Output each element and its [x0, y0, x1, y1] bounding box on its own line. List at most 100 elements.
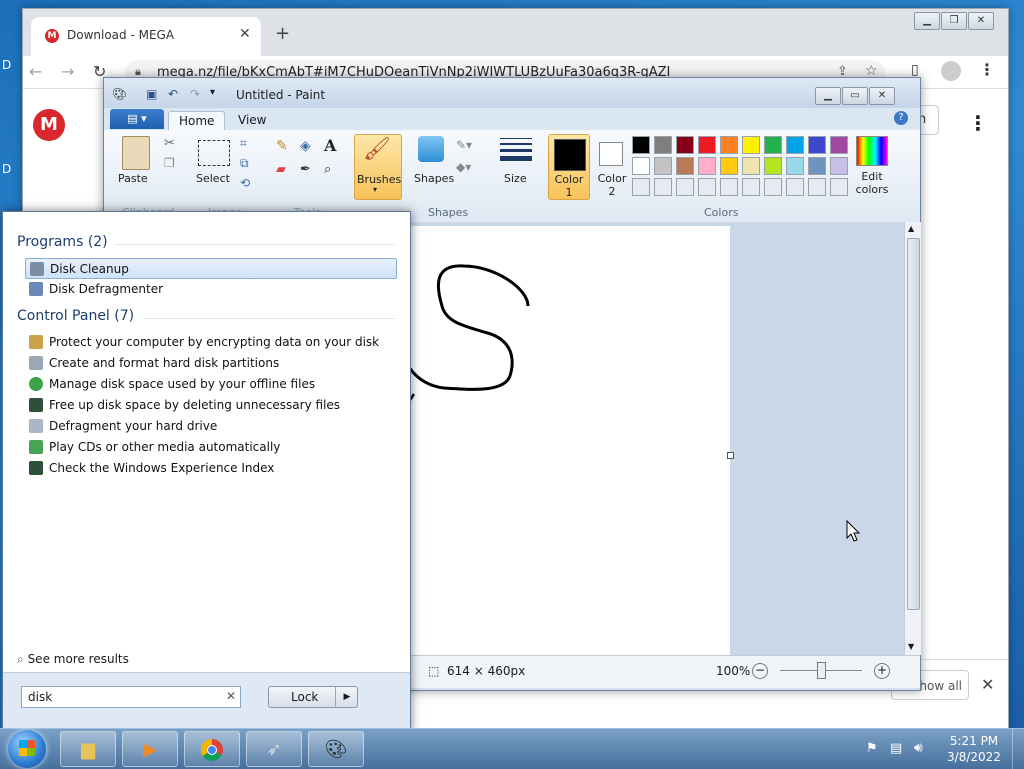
restore-button[interactable]: ❐ [941, 12, 967, 30]
palette-color-swatch[interactable] [786, 157, 804, 175]
start-button[interactable] [8, 730, 46, 768]
palette-color-swatch[interactable] [830, 136, 848, 154]
tab-view[interactable]: View [228, 111, 276, 129]
profile-avatar-icon[interactable] [941, 61, 961, 81]
outline-icon[interactable]: ✎▾ [456, 138, 472, 152]
browser-tab[interactable]: M Download - MEGA ✕ [31, 17, 261, 56]
resize-icon[interactable]: ⧉ [240, 156, 249, 171]
text-tool-icon[interactable]: A [324, 136, 336, 155]
result-disk-partitions[interactable]: Create and format hard disk partitions [25, 353, 397, 374]
paste-icon[interactable] [122, 136, 150, 170]
scrollbar-thumb[interactable] [907, 238, 920, 610]
select-button[interactable]: Select [196, 172, 230, 185]
palette-color-swatch[interactable] [808, 157, 826, 175]
shutdown-options-icon[interactable]: ▶ [335, 687, 358, 707]
palette-color-swatch[interactable] [742, 157, 760, 175]
palette-custom-slot[interactable] [808, 178, 826, 196]
palette-color-swatch[interactable] [632, 136, 650, 154]
color1-button[interactable]: Color 1 [548, 134, 590, 200]
palette-color-swatch[interactable] [632, 157, 650, 175]
palette-custom-slot[interactable] [764, 178, 782, 196]
paste-button[interactable]: Paste [118, 172, 148, 185]
action-center-flag-icon[interactable]: ⚑ [866, 741, 878, 756]
paint-taskbar-button[interactable]: 🎨︎ [308, 731, 364, 767]
redo-icon[interactable]: ↷ [190, 87, 200, 101]
back-icon[interactable]: ← [29, 62, 42, 81]
result-defragment[interactable]: Defragment your hard drive [25, 416, 397, 437]
shapes-icon[interactable] [418, 136, 444, 162]
tab-close-icon[interactable]: ✕ [239, 26, 251, 42]
palette-custom-slot[interactable] [698, 178, 716, 196]
forward-icon[interactable]: → [61, 62, 74, 81]
explorer-taskbar-button[interactable]: ▆ [60, 731, 116, 767]
result-bitlocker[interactable]: Protect your computer by encrypting data… [25, 332, 397, 353]
palette-custom-slot[interactable] [632, 178, 650, 196]
palette-color-swatch[interactable] [786, 136, 804, 154]
palette-custom-slot[interactable] [742, 178, 760, 196]
result-disk-defragmenter[interactable]: Disk Defragmenter [25, 279, 397, 300]
palette-custom-slot[interactable] [676, 178, 694, 196]
paint-close-button[interactable]: ✕ [869, 87, 895, 105]
sidepanel-icon[interactable]: ▯ [911, 62, 919, 78]
palette-color-swatch[interactable] [676, 136, 694, 154]
color-picker-icon[interactable]: ✒ [300, 162, 311, 177]
palette-color-swatch[interactable] [830, 157, 848, 175]
new-tab-icon[interactable]: + [275, 23, 290, 44]
fill-icon[interactable]: ◈ [300, 138, 311, 154]
select-icon[interactable] [198, 140, 230, 166]
copy-icon[interactable]: ❐ [164, 156, 175, 170]
size-button[interactable]: Size [504, 172, 527, 185]
volume-icon[interactable]: 🔊︎ [914, 740, 923, 756]
edit-colors-line2[interactable]: colors [852, 183, 892, 196]
tab-home[interactable]: Home [168, 111, 226, 130]
brushes-button[interactable]: 🖌︎ Brushes ▾ [354, 134, 402, 200]
app-taskbar-button[interactable]: ➶ [246, 731, 302, 767]
palette-color-swatch[interactable] [720, 157, 738, 175]
pencil-icon[interactable]: ✎ [276, 138, 288, 154]
paint-maximize-button[interactable]: ▭ [842, 87, 868, 105]
show-desktop-button[interactable] [1012, 729, 1024, 769]
palette-custom-slot[interactable] [830, 178, 848, 196]
zoom-in-button[interactable]: + [874, 663, 890, 679]
palette-color-swatch[interactable] [654, 136, 672, 154]
color2-button[interactable]: Color 2 [592, 134, 632, 198]
close-button[interactable]: ✕ [968, 12, 994, 30]
palette-color-swatch[interactable] [742, 136, 760, 154]
scroll-down-icon[interactable]: ▼ [908, 642, 914, 651]
download-bar-close-icon[interactable]: ✕ [981, 675, 994, 694]
help-icon[interactable]: ? [894, 111, 908, 125]
result-offline-files[interactable]: Manage disk space used by your offline f… [25, 374, 397, 395]
palette-custom-slot[interactable] [654, 178, 672, 196]
page-menu-icon[interactable]: ⋮ [968, 111, 988, 135]
lock-button[interactable]: Lock ▶ [268, 686, 358, 708]
zoom-slider-thumb[interactable] [817, 662, 826, 679]
rotate-icon[interactable]: ⟲ [240, 176, 250, 190]
result-experience-index[interactable]: Check the Windows Experience Index [25, 458, 397, 479]
scroll-up-icon[interactable]: ▲ [908, 224, 914, 233]
see-more-results-link[interactable]: ⌕ See more results [17, 652, 129, 667]
edit-colors-line1[interactable]: Edit [852, 170, 892, 183]
paint-menu-button[interactable]: ▤ ▾ [110, 109, 164, 129]
size-icon[interactable] [500, 138, 532, 161]
edit-colors-icon[interactable] [856, 136, 888, 166]
palette-color-swatch[interactable] [698, 157, 716, 175]
quick-access-dropdown-icon[interactable]: ▾ [210, 87, 215, 98]
palette-color-swatch[interactable] [764, 157, 782, 175]
fill-shape-icon[interactable]: ◆▾ [456, 160, 471, 174]
canvas-resize-handle[interactable] [727, 452, 734, 459]
palette-color-swatch[interactable] [764, 136, 782, 154]
palette-custom-slot[interactable] [786, 178, 804, 196]
palette-custom-slot[interactable] [720, 178, 738, 196]
palette-color-swatch[interactable] [808, 136, 826, 154]
palette-color-swatch[interactable] [676, 157, 694, 175]
chrome-taskbar-button[interactable] [184, 731, 240, 767]
clear-search-icon[interactable]: ✕ [226, 689, 236, 703]
cut-icon[interactable]: ✂ [164, 136, 175, 151]
minimize-button[interactable]: ▁ [914, 12, 940, 30]
paint-app-icon[interactable]: 🎨︎ [112, 87, 127, 101]
system-clock[interactable]: 5:21 PM 3/8/2022 [945, 733, 1003, 765]
undo-icon[interactable]: ↶ [168, 87, 178, 101]
media-player-taskbar-button[interactable]: ▶ [122, 731, 178, 767]
zoom-out-button[interactable]: − [752, 663, 768, 679]
palette-color-swatch[interactable] [720, 136, 738, 154]
